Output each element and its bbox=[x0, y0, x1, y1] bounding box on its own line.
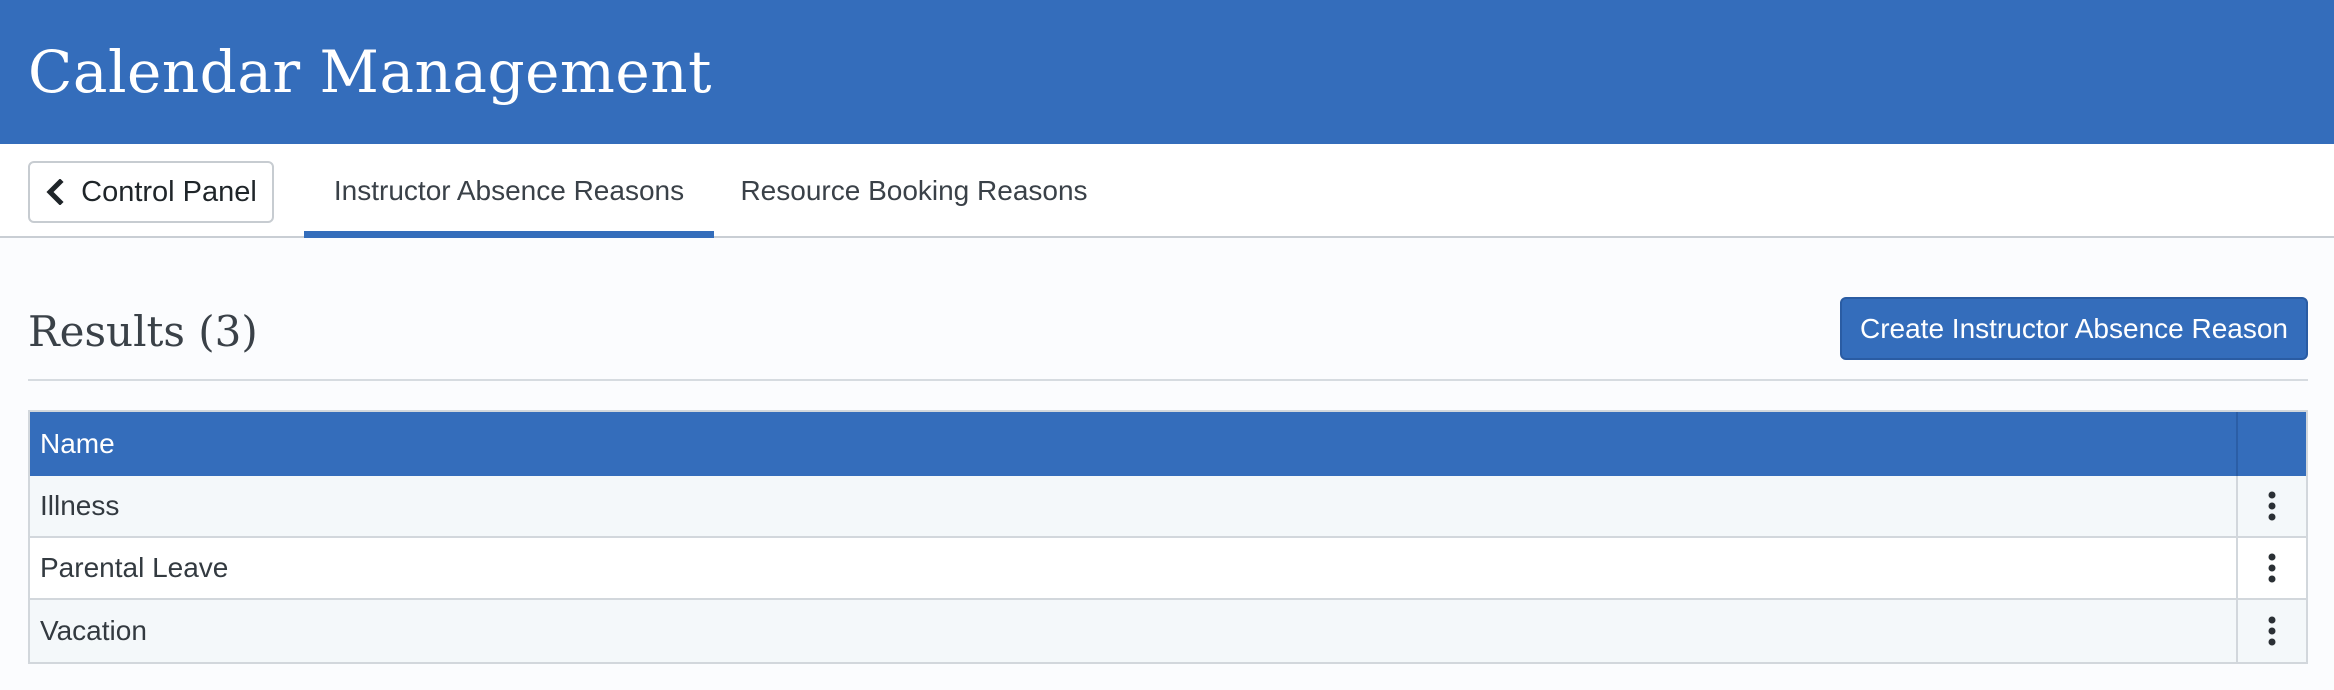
tab-navigation: Control Panel Instructor Absence Reasons… bbox=[0, 144, 2334, 238]
tab-label: Instructor Absence Reasons bbox=[333, 175, 685, 206]
tab-resource-booking-reasons[interactable]: Resource Booking Reasons bbox=[714, 144, 1114, 238]
kebab-menu-icon[interactable] bbox=[2266, 616, 2278, 646]
table-row: Parental Leave bbox=[30, 538, 2306, 600]
row-actions-cell bbox=[2236, 600, 2306, 662]
tab-instructor-absence-reasons[interactable]: Instructor Absence Reasons bbox=[304, 144, 714, 238]
chevron-left-icon bbox=[46, 179, 64, 205]
app-header: Calendar Management bbox=[0, 0, 2334, 144]
kebab-menu-icon[interactable] bbox=[2266, 553, 2278, 583]
row-name-cell: Vacation bbox=[40, 615, 147, 646]
column-header-actions bbox=[2236, 412, 2306, 476]
section-divider bbox=[28, 379, 2308, 381]
row-actions-cell bbox=[2236, 538, 2306, 598]
table-header-row: Name bbox=[30, 412, 2306, 476]
tab-label: Resource Booking Reasons bbox=[740, 175, 1088, 206]
control-panel-back-button[interactable]: Control Panel bbox=[28, 161, 274, 223]
row-name-cell: Illness bbox=[40, 490, 120, 521]
row-name-cell: Parental Leave bbox=[40, 552, 229, 583]
results-heading: Results (3) bbox=[28, 307, 258, 356]
column-header-name[interactable]: Name bbox=[30, 412, 2236, 476]
row-actions-cell bbox=[2236, 476, 2306, 536]
kebab-menu-icon[interactable] bbox=[2266, 491, 2278, 521]
control-panel-back-label: Control Panel bbox=[81, 175, 257, 208]
table-row: Illness bbox=[30, 476, 2306, 538]
results-table: Name Illness Parental Leave Vacation bbox=[28, 410, 2308, 664]
page-title: Calendar Management bbox=[28, 38, 712, 106]
table-row: Vacation bbox=[30, 600, 2306, 662]
create-instructor-absence-reason-button[interactable]: Create Instructor Absence Reason bbox=[1840, 297, 2308, 360]
